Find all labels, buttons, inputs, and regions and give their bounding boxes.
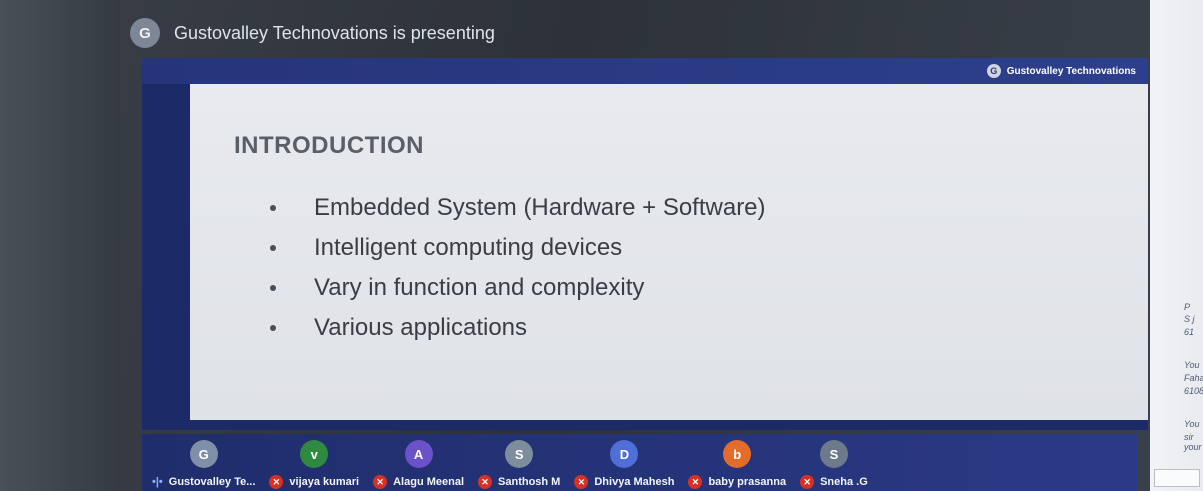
participant-avatar: S	[819, 440, 848, 468]
chat-text: sir your	[1184, 432, 1202, 452]
chat-text: 61	[1184, 327, 1195, 337]
mic-active-icon: •|•	[152, 476, 163, 488]
participant-tile[interactable]: D ✕ Dhivya Mahesh	[574, 434, 674, 491]
participant-name-row: ✕ Santhosh M	[478, 473, 560, 491]
participant-name: Dhivya Mahesh	[594, 476, 675, 488]
chat-text: S j	[1184, 314, 1195, 324]
participant-avatar: D	[610, 440, 639, 468]
chat-text: You	[1184, 360, 1200, 370]
meeting-stage: G Gustovalley Technovations is presentin…	[0, 0, 1203, 491]
slide-content: INTRODUCTION Embedded System (Hardware +…	[190, 84, 1148, 460]
participant-name: Gustovalley Te...	[168, 476, 256, 488]
slide-bullet: Embedded System (Hardware + Software)	[270, 194, 1050, 222]
bullet-dot-icon	[270, 245, 276, 251]
mic-off-icon: ✕	[269, 475, 284, 489]
presenting-banner: G Gustovalley Technovations is presentin…	[120, 8, 1203, 58]
participant-avatar: S	[505, 440, 534, 468]
participant-name: Santhosh M	[498, 476, 561, 488]
participant-avatar: A	[404, 440, 433, 468]
participant-tile[interactable]: A ✕ Alagu Meenal	[373, 434, 464, 491]
mic-off-icon: ✕	[373, 475, 388, 489]
participant-tile[interactable]: G •|• Gustovalley Te...	[152, 434, 255, 491]
participant-name-row: •|• Gustovalley Te...	[152, 473, 255, 491]
slide-brand-name: Gustovalley Technovations	[1006, 65, 1136, 77]
participant-avatar: v	[300, 440, 329, 468]
bullet-text: Embedded System (Hardware + Software)	[314, 194, 766, 221]
chat-panel	[1150, 0, 1203, 491]
chat-input[interactable]	[1154, 469, 1200, 487]
shared-slide: G Gustovalley Technovations INTRODUCTION…	[142, 58, 1148, 462]
slide-bullet-list: Embedded System (Hardware + Software) In…	[270, 194, 1050, 354]
presenter-avatar: G	[130, 18, 160, 48]
left-background	[0, 0, 120, 491]
participant-name-row: ✕ vijaya kumari	[269, 473, 359, 491]
presenting-label: Gustovalley Technovations is presenting	[174, 22, 495, 43]
mic-off-icon: ✕	[688, 475, 703, 489]
participant-name: vijaya kumari	[289, 476, 360, 488]
participant-tile[interactable]: S ✕ Sneha .G	[800, 434, 868, 491]
participant-list: G •|• Gustovalley Te... v ✕ vijaya kumari A ✕ Al…	[142, 434, 1137, 491]
mic-off-icon: ✕	[574, 475, 589, 489]
chat-text: Faha	[1184, 373, 1203, 383]
slide-bullet: Intelligent computing devices	[270, 234, 1050, 262]
participant-name: Alagu Meenal	[393, 476, 465, 488]
chat-text: You	[1184, 419, 1200, 429]
bullet-text: Vary in function and complexity	[314, 274, 645, 301]
slide-bullet: Various applications	[270, 314, 1050, 342]
participant-avatar: b	[723, 440, 752, 468]
bullet-dot-icon	[270, 325, 276, 331]
bullet-text: Intelligent computing devices	[314, 234, 623, 261]
slide-title: INTRODUCTION	[234, 132, 424, 159]
participant-name-row: ✕ Alagu Meenal	[373, 473, 464, 491]
participant-filmstrip: G •|• Gustovalley Te... v ✕ vijaya kumari A ✕ Al…	[142, 434, 1137, 491]
slide-brand-header: G Gustovalley Technovations	[142, 58, 1148, 84]
bullet-dot-icon	[270, 205, 276, 211]
participant-name-row: ✕ Dhivya Mahesh	[574, 473, 674, 491]
participant-name-row: ✕ baby prasanna	[688, 473, 786, 491]
participant-tile[interactable]: b ✕ baby prasanna	[688, 434, 786, 491]
participant-tile[interactable]: v ✕ vijaya kumari	[269, 434, 359, 491]
participant-name: Sneha .G	[820, 476, 868, 488]
mic-off-icon: ✕	[478, 475, 493, 489]
bullet-text: Various applications	[314, 314, 528, 341]
chat-text: P	[1184, 302, 1191, 312]
participant-name-row: ✕ Sneha .G	[800, 473, 868, 491]
chat-text: 6108	[1184, 386, 1203, 396]
slide-bullet: Vary in function and complexity	[270, 274, 1050, 302]
bullet-dot-icon	[270, 285, 276, 291]
participant-name: baby prasanna	[708, 476, 787, 488]
participant-tile[interactable]: S ✕ Santhosh M	[478, 434, 560, 491]
participant-avatar: G	[189, 440, 218, 468]
brand-logo-icon: G	[986, 64, 1001, 78]
mic-off-icon: ✕	[800, 475, 815, 489]
